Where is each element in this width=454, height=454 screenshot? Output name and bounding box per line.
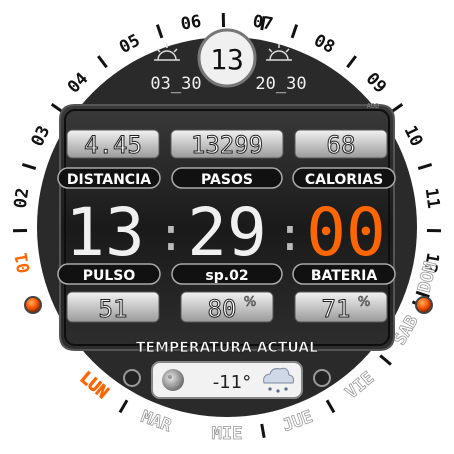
right-indicator-button[interactable] — [415, 296, 433, 314]
calories-box[interactable]: 68 — [294, 129, 388, 160]
battery-label: BATERIA — [311, 268, 378, 284]
watch-face: 010203040506070809101112LUNMARMIEJUEVIES… — [1, 1, 453, 453]
pulse-box[interactable]: 51 — [66, 291, 160, 324]
battery-value: 71 — [322, 295, 351, 323]
spo2-value: 80 — [208, 295, 237, 323]
right-screw — [313, 369, 331, 387]
ring-hour-01: 01 — [12, 251, 35, 275]
time-sep-2: : — [276, 207, 304, 261]
ring-day-mie: MIE — [212, 424, 243, 444]
spo2-box[interactable]: 80 % — [180, 291, 274, 324]
steps-value: 13299 — [191, 131, 263, 159]
weather-box[interactable]: -11° — [151, 361, 303, 399]
left-screw — [123, 369, 141, 387]
pulse-value: 51 — [99, 295, 128, 323]
time-minutes: 29 — [187, 194, 266, 271]
battery-percent: % — [358, 295, 370, 310]
steps-box[interactable]: 13299 — [170, 129, 284, 160]
pulse-label: PULSO — [83, 268, 136, 284]
left-indicator-button[interactable] — [24, 296, 42, 314]
ring-hour-02: 02 — [11, 187, 34, 210]
battery-box[interactable]: 71 % — [294, 291, 388, 324]
calories-value: 68 — [327, 131, 356, 159]
ring-hour-11: 11 — [421, 187, 444, 210]
steps-label: PASOS — [201, 172, 253, 188]
temperature-label: TEMPERATURA ACTUAL — [136, 340, 318, 356]
sunrise-time: 03_30 — [150, 74, 201, 94]
sunset-time: 20_30 — [255, 74, 306, 94]
ring-hour-06: 06 — [179, 12, 203, 35]
spo2-label: sp.02 — [205, 268, 248, 284]
time-sep-1: : — [157, 207, 185, 261]
temperature-value: -11° — [213, 372, 251, 393]
calories-label: CALORIAS — [305, 172, 383, 188]
time-seconds: 00 — [306, 194, 385, 271]
date-number: 13 — [210, 43, 244, 76]
aod-mark: AOD — [367, 102, 380, 110]
moon-icon — [162, 369, 184, 391]
distance-box[interactable]: 4.45 — [66, 129, 160, 160]
distance-label: DISTANCIA — [67, 172, 151, 188]
time-hours: 13 — [65, 194, 144, 271]
distance-value: 4.45 — [84, 131, 142, 159]
spo2-percent: % — [244, 295, 256, 310]
